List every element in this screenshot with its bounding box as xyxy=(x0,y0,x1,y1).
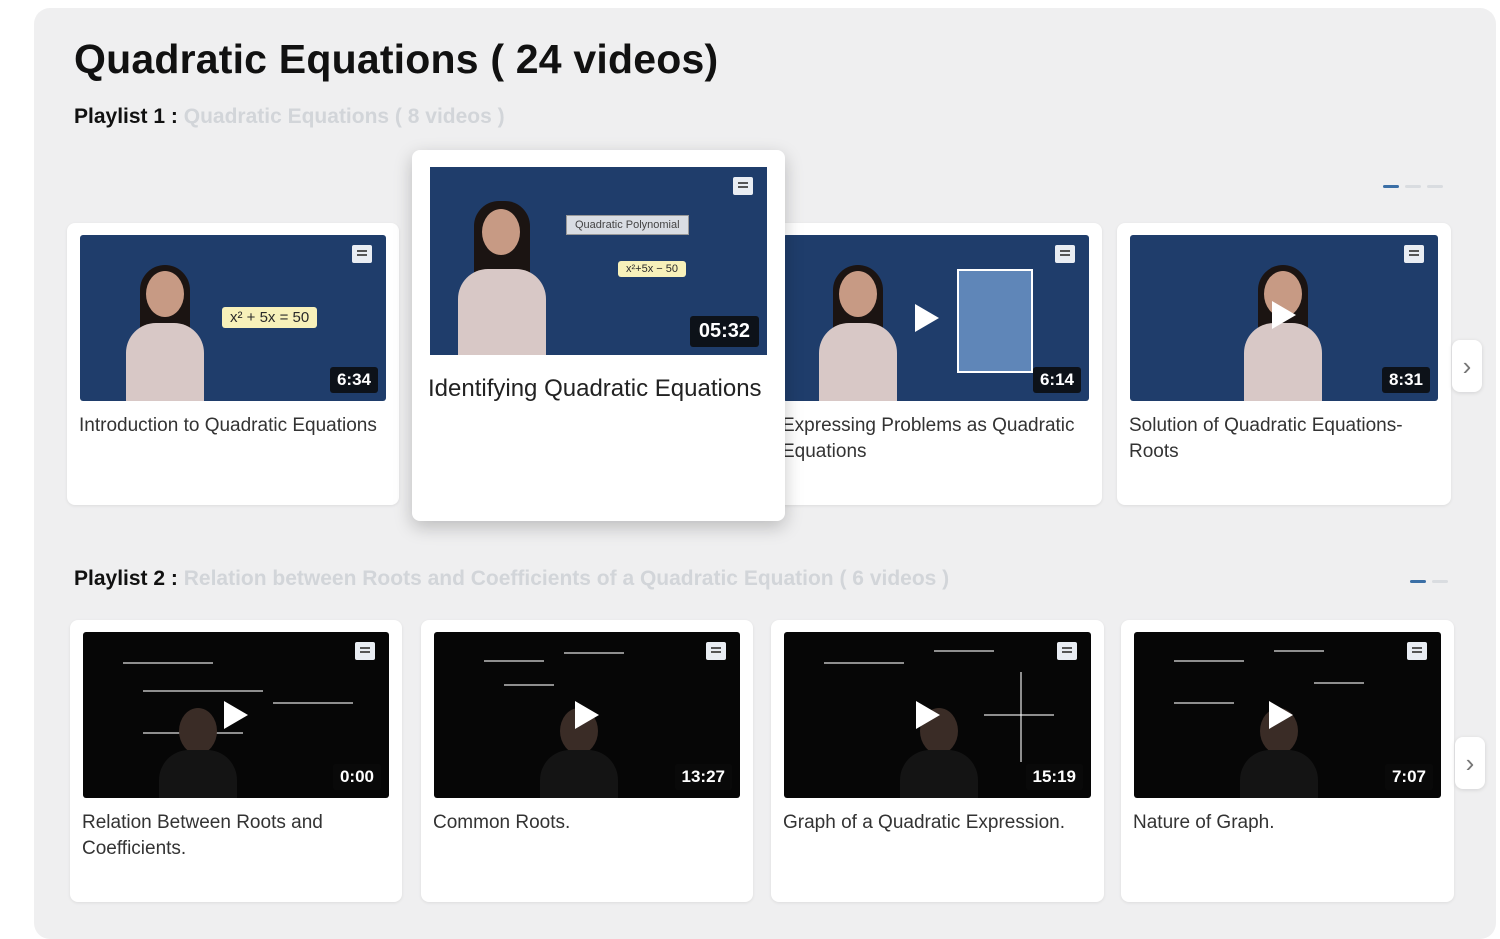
save-icon[interactable] xyxy=(706,642,726,660)
playlist-1-label: Playlist 1 : xyxy=(74,105,178,128)
video-card[interactable]: 8:31 Solution of Quadratic Equations-Roo… xyxy=(1117,223,1451,505)
video-card[interactable]: 13:27 Common Roots. xyxy=(421,620,753,902)
play-icon[interactable] xyxy=(1269,701,1294,729)
portrait-image xyxy=(957,269,1033,373)
video-card[interactable]: 7:07 Nature of Graph. xyxy=(1121,620,1454,902)
presenter-figure xyxy=(452,187,552,355)
video-duration: 0:00 xyxy=(332,764,381,790)
video-title[interactable]: Nature of Graph. xyxy=(1133,810,1442,836)
video-card-featured[interactable]: Quadratic Polynomial x²+5x − 50 05:32 Id… xyxy=(412,150,785,521)
playlist-2-label: Playlist 2 : xyxy=(74,567,178,590)
video-title[interactable]: Common Roots. xyxy=(433,810,741,836)
video-thumbnail[interactable]: 0:00 xyxy=(83,632,389,798)
playlist-1-subtitle: Quadratic Equations ( 8 videos ) xyxy=(183,105,505,128)
video-card[interactable]: x² + 5x = 50 6:34 Introduction to Quadra… xyxy=(67,223,399,505)
page-title: Quadratic Equations ( 24 videos) xyxy=(74,36,719,82)
video-duration: 05:32 xyxy=(689,316,759,347)
play-icon[interactable] xyxy=(575,701,599,729)
video-card[interactable]: 6:14 Expressing Problems as Quadratic Eq… xyxy=(770,223,1102,505)
presenter-figure xyxy=(813,251,903,401)
page-dot-active[interactable] xyxy=(1383,185,1399,188)
video-thumbnail[interactable]: 13:27 xyxy=(434,632,740,798)
diagram-heading: Quadratic Polynomial xyxy=(566,215,689,235)
video-title[interactable]: Introduction to Quadratic Equations xyxy=(79,413,387,439)
chevron-right-icon[interactable]: › xyxy=(1452,340,1482,392)
playlist-2-heading: Playlist 2 : Relation between Roots and … xyxy=(74,567,949,591)
save-icon[interactable] xyxy=(1407,642,1427,660)
video-title[interactable]: Solution of Quadratic Equations-Roots xyxy=(1129,413,1439,465)
save-icon[interactable] xyxy=(1404,245,1424,263)
video-duration: 8:31 xyxy=(1381,367,1430,393)
page-dot[interactable] xyxy=(1427,185,1443,188)
equation-label: x²+5x − 50 xyxy=(618,261,686,277)
play-icon[interactable] xyxy=(224,701,248,729)
page-dot[interactable] xyxy=(1432,580,1448,583)
video-title[interactable]: Relation Between Roots and Coefficients. xyxy=(82,810,390,862)
video-duration: 7:07 xyxy=(1384,764,1433,790)
video-title[interactable]: Graph of a Quadratic Expression. xyxy=(783,810,1092,836)
save-icon[interactable] xyxy=(1055,245,1075,263)
video-duration: 6:14 xyxy=(1032,367,1081,393)
playlist-2-pagination xyxy=(1410,580,1448,583)
playlist-2-subtitle: Relation between Roots and Coefficients … xyxy=(183,567,950,590)
save-icon[interactable] xyxy=(733,177,753,195)
save-icon[interactable] xyxy=(355,642,375,660)
video-card[interactable]: 15:19 Graph of a Quadratic Expression. xyxy=(771,620,1104,902)
play-icon[interactable] xyxy=(1272,300,1296,329)
video-thumbnail[interactable]: x² + 5x = 50 6:34 xyxy=(80,235,386,401)
chevron-right-icon[interactable]: › xyxy=(1455,737,1485,789)
video-duration: 13:27 xyxy=(674,764,732,790)
save-icon[interactable] xyxy=(1057,642,1077,660)
video-thumbnail[interactable]: 6:14 xyxy=(783,235,1089,401)
video-thumbnail[interactable]: 7:07 xyxy=(1134,632,1441,798)
playlist-1-pagination xyxy=(1383,185,1443,188)
video-thumbnail[interactable]: 8:31 xyxy=(1130,235,1438,401)
equation-label: x² + 5x = 50 xyxy=(222,307,318,328)
save-icon[interactable] xyxy=(352,245,372,263)
playlist-1-heading: Playlist 1 : Quadratic Equations ( 8 vid… xyxy=(74,105,505,129)
video-title[interactable]: Expressing Problems as Quadratic Equatio… xyxy=(782,413,1090,465)
video-title[interactable]: Identifying Quadratic Equations xyxy=(428,372,769,405)
video-duration: 15:19 xyxy=(1025,764,1083,790)
play-icon[interactable] xyxy=(914,304,939,332)
play-icon[interactable] xyxy=(916,701,941,729)
page-dot[interactable] xyxy=(1405,185,1421,188)
page-dot-active[interactable] xyxy=(1410,580,1426,583)
video-card[interactable]: 0:00 Relation Between Roots and Coeffici… xyxy=(70,620,402,902)
video-duration: 6:34 xyxy=(329,367,378,393)
presenter-figure xyxy=(120,251,210,401)
video-thumbnail[interactable]: Quadratic Polynomial x²+5x − 50 05:32 xyxy=(430,167,767,355)
video-thumbnail[interactable]: 15:19 xyxy=(784,632,1091,798)
